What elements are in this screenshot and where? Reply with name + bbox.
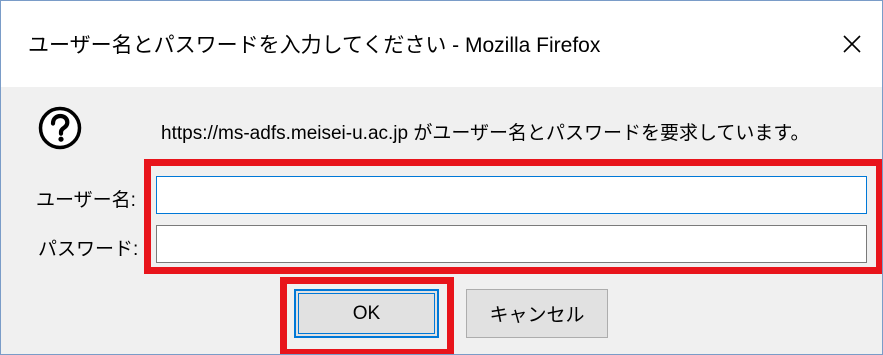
prompt-message: https://ms-adfs.meisei-u.ac.jp がユーザー名とパス…	[161, 123, 810, 144]
password-field[interactable]	[156, 225, 867, 263]
question-mark-icon	[38, 106, 82, 150]
username-field[interactable]	[156, 176, 867, 214]
title-bar: ユーザー名とパスワードを入力してください - Mozilla Firefox	[1, 1, 882, 87]
close-button[interactable]	[822, 1, 882, 87]
cancel-button-label: キャンセル	[489, 305, 585, 326]
close-icon	[843, 35, 861, 53]
window-title: ユーザー名とパスワードを入力してください - Mozilla Firefox	[28, 34, 601, 57]
ok-button-label: OK	[352, 302, 381, 324]
password-label: パスワード:	[38, 239, 139, 260]
auth-dialog: ユーザー名とパスワードを入力してください - Mozilla Firefox h…	[0, 0, 883, 355]
username-label: ユーザー名:	[36, 190, 136, 211]
ok-button[interactable]: OK	[294, 289, 439, 338]
cancel-button[interactable]: キャンセル	[466, 289, 608, 338]
